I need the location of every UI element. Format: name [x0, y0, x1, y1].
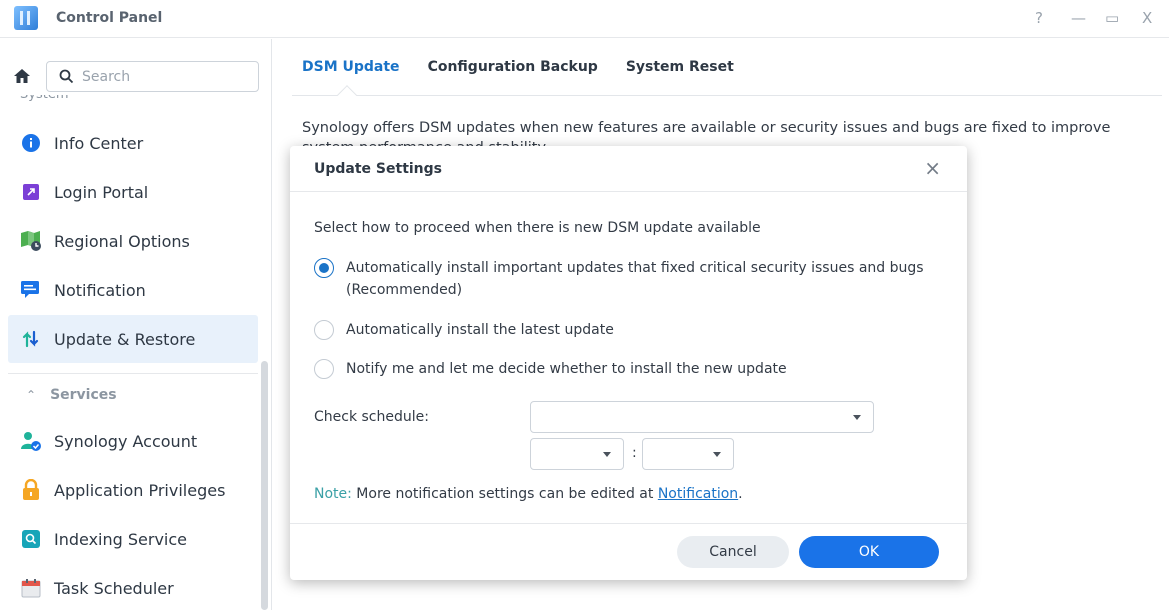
sidebar-item-label: Update & Restore [54, 329, 196, 349]
dialog-footer-divider [290, 523, 967, 524]
section-header-services[interactable]: ⌃ Services [26, 387, 117, 403]
ok-button[interactable]: OK [799, 536, 939, 568]
sidebar-item-label: Application Privileges [54, 480, 226, 500]
tab-configuration-backup[interactable]: Configuration Backup [428, 39, 598, 95]
notification-icon [20, 279, 42, 301]
help-icon[interactable]: ? [1035, 9, 1043, 27]
tab-dsm-update[interactable]: DSM Update [302, 39, 400, 95]
tab-bar: DSM Update Configuration Backup System R… [302, 39, 762, 95]
tab-system-reset[interactable]: System Reset [626, 39, 734, 95]
user-account-icon [20, 430, 42, 452]
sidebar-item-label: Notification [54, 280, 146, 300]
maximize-icon[interactable]: ▭ [1105, 9, 1119, 27]
info-icon [20, 132, 42, 154]
home-button[interactable] [7, 61, 37, 91]
sidebar-item-login-portal[interactable]: Login Portal [8, 168, 258, 216]
page-description: Synology offers DSM updates when new fea… [302, 120, 1111, 146]
sidebar-item-update-restore[interactable]: Update & Restore [8, 315, 258, 363]
minute-select[interactable] [642, 438, 734, 470]
window-title: Control Panel [56, 10, 163, 26]
radio-button[interactable] [314, 258, 334, 278]
section-label: Services [50, 387, 117, 403]
regional-options-icon [20, 230, 42, 252]
schedule-select[interactable] [530, 401, 874, 433]
radio-button[interactable] [314, 359, 334, 379]
chevron-down-icon [853, 415, 861, 420]
sidebar-item-label: Task Scheduler [54, 578, 174, 598]
indexing-icon [20, 528, 42, 550]
section-header-system[interactable]: System [20, 95, 68, 103]
time-separator: : [632, 445, 637, 461]
note-end: . [738, 486, 743, 502]
radio-button[interactable] [314, 320, 334, 340]
sidebar-item-info-center[interactable]: Info Center [8, 119, 258, 167]
close-icon[interactable]: X [1142, 9, 1152, 27]
chevron-down-icon [713, 452, 721, 457]
note-text: Note: More notification settings can be … [314, 486, 743, 502]
radio-label: Notify me and let me decide whether to i… [346, 361, 787, 377]
login-portal-icon [20, 181, 42, 203]
minimize-icon[interactable]: — [1071, 9, 1086, 27]
sidebar-item-label: Regional Options [54, 231, 190, 251]
sidebar-item-label: Login Portal [54, 182, 149, 202]
cancel-button[interactable]: Cancel [677, 536, 789, 568]
sidebar-item-application-privileges[interactable]: Application Privileges [8, 466, 258, 514]
sidebar-item-regional-options[interactable]: Regional Options [8, 217, 258, 265]
radio-label: Automatically install the latest update [346, 322, 614, 338]
radio-option-important-updates[interactable]: Automatically install important updates … [314, 258, 946, 301]
radio-option-latest-update[interactable]: Automatically install the latest update [314, 320, 946, 341]
sidebar-scrollbar[interactable] [261, 361, 268, 610]
home-icon [14, 69, 30, 83]
sidebar-item-indexing-service[interactable]: Indexing Service [8, 515, 258, 563]
sidebar-item-label: Info Center [54, 133, 144, 153]
sidebar-item-label: Indexing Service [54, 529, 188, 549]
sidebar: System Info Center Login Portal Regional… [0, 39, 272, 610]
search-input[interactable] [82, 68, 242, 85]
close-icon[interactable]: × [924, 158, 941, 178]
search-icon [59, 69, 74, 84]
control-panel-icon [14, 6, 38, 30]
title-bar: Control Panel ? — ▭ X [0, 0, 1169, 38]
note-body: More notification settings can be edited… [351, 486, 658, 502]
chevron-down-icon [603, 452, 611, 457]
dialog-title: Update Settings [314, 160, 443, 177]
radio-label: Automatically install important updates … [346, 260, 924, 298]
notification-link[interactable]: Notification [658, 486, 738, 502]
sidebar-item-label: Synology Account [54, 431, 198, 451]
note-label: Note: [314, 486, 352, 502]
search-box[interactable] [46, 61, 259, 92]
update-settings-dialog: Update Settings × Select how to proceed … [290, 146, 967, 580]
radio-option-notify-me[interactable]: Notify me and let me decide whether to i… [314, 359, 946, 380]
tab-divider [292, 95, 1162, 96]
dialog-header: Update Settings × [290, 146, 967, 192]
lock-icon [20, 479, 42, 501]
calendar-icon [20, 577, 42, 599]
section-divider [8, 373, 258, 374]
dialog-intro: Select how to proceed when there is new … [314, 220, 761, 236]
check-schedule-label: Check schedule: [314, 409, 429, 425]
update-restore-icon [20, 328, 42, 350]
sidebar-item-notification[interactable]: Notification [8, 266, 258, 314]
hour-select[interactable] [530, 438, 624, 470]
sidebar-item-synology-account[interactable]: Synology Account [8, 417, 258, 465]
chevron-up-icon: ⌃ [26, 388, 37, 402]
sidebar-item-task-scheduler[interactable]: Task Scheduler [8, 564, 258, 610]
